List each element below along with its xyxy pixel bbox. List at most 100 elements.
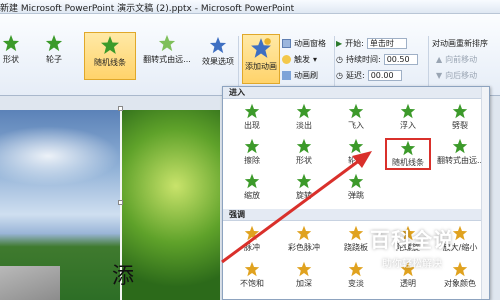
slide-text[interactable]: 添	[112, 258, 134, 290]
gallery-item[interactable]: 形状	[281, 138, 327, 166]
gallery-item-highlighted[interactable]: 随机线条	[385, 138, 431, 170]
star-icon	[348, 103, 364, 119]
gallery-item-label: 加深	[296, 279, 312, 288]
effect-options-button[interactable]: 效果选项	[200, 36, 236, 67]
effect-options-label: 效果选项	[202, 57, 234, 66]
gallery-item[interactable]: 缩放	[229, 173, 275, 201]
section-emphasis: 强调	[223, 209, 489, 221]
down-arrow-icon: ▼	[436, 71, 443, 80]
gallery-item[interactable]: 旋转	[281, 173, 327, 201]
effect-label: 随机线条	[94, 58, 126, 67]
reorder-label: 对动画重新排序	[432, 39, 488, 48]
star-icon	[244, 261, 260, 277]
gallery-item-label: 透明	[400, 279, 416, 288]
animations-ribbon: 形状 轮子 随机线条 翻转式由远... 效果选项 添加动画 动画窗格 触发 ▾ …	[0, 14, 500, 96]
start-row: ▶ 开始: 单击时	[336, 38, 407, 49]
star-icon	[400, 103, 416, 119]
gallery-item[interactable]: 轮子	[333, 138, 379, 166]
gallery-item-label: 出现	[244, 121, 260, 130]
effect-label: 翻转式由远...	[143, 55, 191, 64]
delay-icon: ◷	[336, 71, 343, 80]
effect-wheel-button[interactable]: 轮子	[34, 34, 74, 65]
gallery-item-label: 飞入	[348, 121, 364, 130]
star-icon	[296, 173, 312, 189]
add-animation-label: 添加动画	[245, 62, 277, 71]
gallery-item-label: 缩放	[244, 191, 260, 200]
effect-label: 轮子	[46, 55, 62, 64]
gallery-item[interactable]: 翻转式由远...	[437, 138, 485, 166]
start-select[interactable]: 单击时	[366, 38, 407, 49]
gallery-item-label: 变淡	[348, 279, 364, 288]
gallery-item[interactable]: 加深	[281, 261, 327, 289]
gallery-item[interactable]: 脉冲	[229, 225, 275, 253]
move-later-label: 向后移动	[445, 71, 478, 80]
duration-input[interactable]: 00.50	[383, 54, 418, 65]
gallery-item[interactable]: 擦除	[229, 138, 275, 166]
add-animation-button[interactable]: 添加动画	[242, 34, 280, 84]
trigger-icon	[282, 55, 291, 64]
green-bokeh-image[interactable]	[122, 110, 220, 300]
gallery-item[interactable]: 出现	[229, 103, 275, 131]
star-icon	[452, 103, 468, 119]
add-animation-icon	[251, 38, 271, 58]
chevron-down-icon: ▾	[313, 55, 318, 64]
trigger-button[interactable]: 触发 ▾	[282, 54, 317, 65]
delay-input[interactable]: 00.00	[367, 70, 402, 81]
star-icon	[244, 138, 260, 154]
gallery-item[interactable]: 浮入	[385, 103, 431, 131]
painter-icon	[282, 71, 291, 80]
gallery-item-label: 劈裂	[452, 121, 468, 130]
gallery-item-label: 淡出	[296, 121, 312, 130]
star-icon	[244, 103, 260, 119]
watermark-subtitle: 助你轻松解决	[382, 259, 442, 270]
move-earlier-label: 向前移动	[445, 55, 478, 64]
gallery-item-label: 脉冲	[244, 243, 260, 252]
move-earlier-button[interactable]: ▲ 向前移动	[436, 54, 477, 65]
animation-pane-button[interactable]: 动画窗格	[282, 38, 326, 49]
delay-row: ◷ 延迟: 00.00	[336, 70, 402, 81]
effect-shape-button[interactable]: 形状	[0, 34, 22, 65]
gallery-item[interactable]: 淡出	[281, 103, 327, 131]
gallery-item-label: 旋转	[296, 191, 312, 200]
star-icon	[244, 225, 260, 241]
effect-random-bars-button[interactable]: 随机线条	[84, 32, 136, 80]
star-icon	[45, 34, 63, 52]
gallery-item-label: 随机线条	[392, 158, 424, 167]
clouds-image-detail	[0, 126, 120, 186]
gallery-item-label: 轮子	[348, 156, 364, 165]
effect-flip-button[interactable]: 翻转式由远...	[140, 34, 194, 65]
resize-handle[interactable]	[118, 200, 123, 205]
star-icon	[101, 36, 119, 54]
star-icon	[452, 138, 468, 154]
road-image-detail	[0, 266, 60, 300]
gallery-item[interactable]: 不饱和	[229, 261, 275, 289]
gallery-item-label: 不饱和	[240, 279, 264, 288]
delay-label: 延迟:	[345, 71, 365, 80]
start-label: 开始:	[345, 39, 364, 48]
gallery-item-label: 对象颜色	[444, 279, 476, 288]
resize-handle[interactable]	[118, 106, 123, 111]
star-icon	[296, 138, 312, 154]
star-icon	[348, 138, 364, 154]
up-arrow-icon: ▲	[436, 55, 443, 64]
star-icon	[2, 34, 20, 52]
star-icon	[400, 140, 416, 156]
play-icon: ▶	[336, 39, 343, 48]
gallery-item-label: 形状	[296, 156, 312, 165]
gallery-item[interactable]: 彩色脉冲	[281, 225, 327, 253]
gallery-item[interactable]: 飞入	[333, 103, 379, 131]
move-later-button[interactable]: ▼ 向后移动	[436, 70, 477, 81]
star-icon	[296, 261, 312, 277]
window-title: 新建 Microsoft PowerPoint 演示文稿 (2).pptx - …	[0, 4, 295, 14]
star-icon	[296, 225, 312, 241]
gallery-scrollbar[interactable]	[481, 87, 489, 299]
trigger-label: 触发	[294, 55, 310, 64]
gallery-item[interactable]: 劈裂	[437, 103, 483, 131]
watermark-title: 百科全说	[370, 228, 454, 252]
section-entrance: 进入	[223, 87, 489, 99]
animation-painter-button[interactable]: 动画刷	[282, 70, 318, 81]
gallery-item[interactable]: 弹跳	[333, 173, 379, 201]
clock-icon: ◷	[336, 55, 343, 64]
duration-row: ◷ 持续时间: 00.50	[336, 54, 418, 65]
animation-painter-label: 动画刷	[294, 71, 318, 80]
